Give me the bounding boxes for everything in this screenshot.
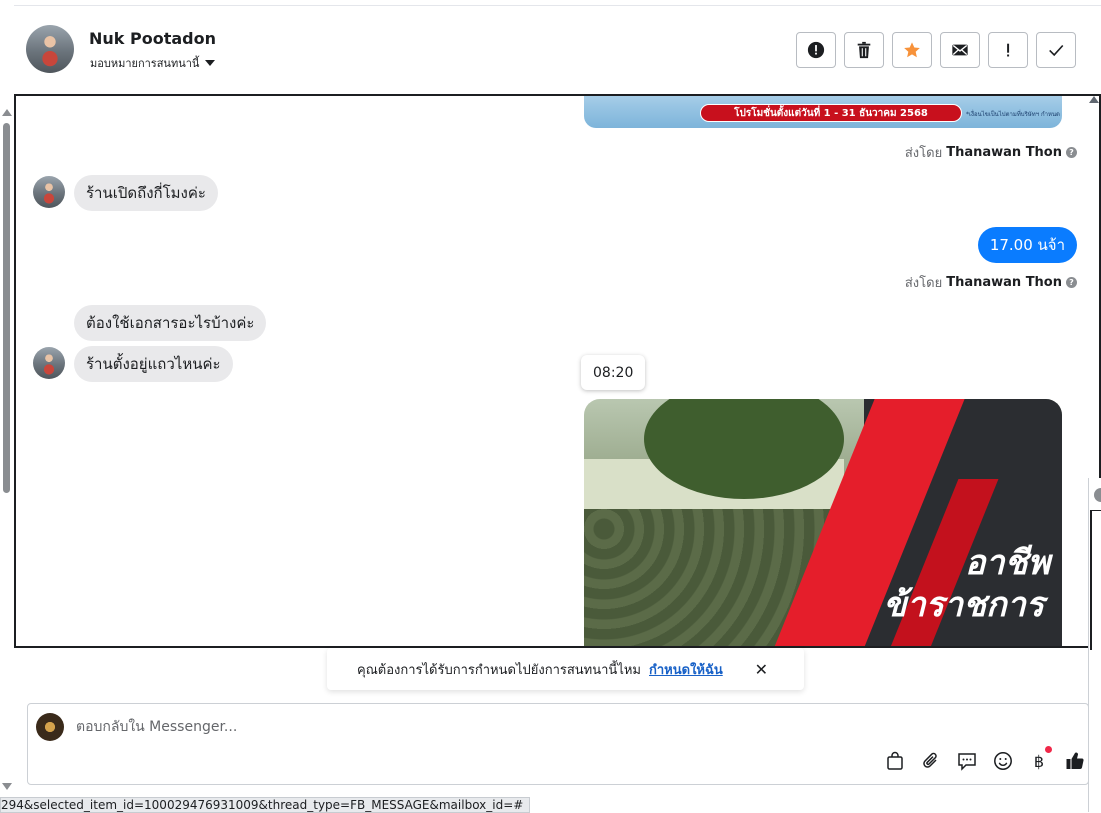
assign-label: มอบหมายการสนทนานี้ bbox=[90, 57, 200, 70]
thumbs-up-icon bbox=[1066, 752, 1084, 770]
sender-name: Thanawan Thon bbox=[946, 145, 1062, 160]
alert-circle-icon bbox=[807, 41, 825, 59]
like-button[interactable] bbox=[1064, 750, 1086, 772]
mark-unread-button[interactable] bbox=[940, 32, 980, 68]
timestamp-tooltip: 08:20 bbox=[581, 355, 646, 390]
exclamation-icon bbox=[1007, 43, 1010, 57]
message-incoming[interactable]: ร้านตั้งอยู่แถวไหนค่ะ bbox=[74, 346, 233, 382]
sent-by-prefix: ส่งโดย bbox=[904, 276, 943, 291]
saved-replies-icon bbox=[958, 753, 976, 771]
page-avatar bbox=[36, 713, 64, 741]
envelope-icon bbox=[952, 44, 968, 56]
contact-avatar[interactable] bbox=[26, 25, 74, 73]
payment-button[interactable]: ฿ bbox=[1028, 746, 1052, 772]
scrollbar-thumb[interactable] bbox=[3, 123, 10, 493]
scroll-down-icon[interactable] bbox=[2, 783, 12, 790]
promo-image[interactable]: โปรโมชั่นตั้งแต่วันที่ 1 - 31 ธันวาคม 25… bbox=[584, 96, 1062, 128]
contact-avatar-small[interactable] bbox=[33, 176, 65, 208]
emoji-icon bbox=[994, 752, 1012, 770]
saved-replies-button[interactable] bbox=[956, 750, 978, 772]
message-incoming[interactable]: ต้องใช้เอกสารอะไรบ้างค่ะ bbox=[74, 305, 267, 341]
mark-done-button[interactable] bbox=[1036, 32, 1076, 68]
sent-by-label: ส่งโดย Thanawan Thon ? bbox=[905, 142, 1077, 163]
thread-scroll-up-icon[interactable] bbox=[1089, 96, 1099, 103]
action-toolbar bbox=[796, 32, 1076, 68]
shop-button[interactable] bbox=[884, 750, 906, 772]
emoji-button[interactable] bbox=[992, 750, 1014, 772]
check-icon bbox=[1049, 44, 1064, 57]
baht-icon: ฿ bbox=[1034, 752, 1044, 771]
paperclip-icon bbox=[923, 752, 937, 768]
scroll-up-icon[interactable] bbox=[2, 109, 12, 116]
spam-button[interactable] bbox=[796, 32, 836, 68]
message-outgoing[interactable]: 17.00 นจ้า bbox=[977, 227, 1077, 263]
side-panel-frame bbox=[1090, 510, 1101, 650]
promo-banner-text: โปรโมชั่นตั้งแต่วันที่ 1 - 31 ธันวาคม 25… bbox=[700, 104, 962, 122]
assign-prompt-text: คุณต้องการได้รับการกำหนดไปยังการสนทนานี้… bbox=[357, 662, 641, 678]
assign-prompt: คุณต้องการได้รับการกำหนดไปยังการสนทนานี้… bbox=[327, 648, 804, 690]
shopping-bag-icon bbox=[887, 751, 903, 770]
side-panel-edge bbox=[1088, 478, 1101, 812]
sent-by-prefix: ส่งโดย bbox=[904, 146, 943, 161]
assign-conversation-dropdown[interactable]: มอบหมายการสนทนานี้ bbox=[90, 54, 216, 72]
svg-text:฿: ฿ bbox=[1034, 752, 1044, 771]
composer-tools: ฿ bbox=[884, 746, 1086, 772]
message-thread[interactable]: โปรโมชั่นตั้งแต่วันที่ 1 - 31 ธันวาคม 25… bbox=[14, 94, 1101, 648]
sender-name: Thanawan Thon bbox=[946, 275, 1062, 290]
caret-down-icon bbox=[205, 60, 216, 66]
message-incoming[interactable]: ร้านเปิดถึงกี่โมงค่ะ bbox=[74, 175, 218, 211]
promo-banner-note: *เงื่อนไขเป็นไปตามที่บริษัทฯ กำหนด bbox=[966, 111, 1060, 118]
help-icon[interactable]: ? bbox=[1066, 147, 1077, 158]
notification-dot bbox=[1045, 746, 1052, 753]
reply-input[interactable] bbox=[76, 716, 976, 738]
help-icon[interactable]: ? bbox=[1066, 277, 1077, 288]
conversation-header: Nuk Pootadon มอบหมายการสนทนานี้ bbox=[14, 6, 1101, 94]
delete-button[interactable] bbox=[844, 32, 884, 68]
assign-to-me-link[interactable]: กำหนดให้ฉัน bbox=[649, 659, 723, 680]
trash-icon bbox=[857, 41, 871, 59]
close-icon[interactable]: ✕ bbox=[755, 660, 768, 679]
contact-avatar-small[interactable] bbox=[33, 347, 65, 379]
shared-image[interactable]: อาชีพ ข้าราชการ bbox=[584, 399, 1062, 646]
inbox-view: Nuk Pootadon มอบหมายการสนทนานี้ โปรโมชั่… bbox=[0, 0, 1101, 813]
star-button[interactable] bbox=[892, 32, 932, 68]
attach-button[interactable] bbox=[920, 750, 942, 772]
star-icon bbox=[904, 42, 920, 58]
image-caption-line2: ข้าราชการ bbox=[883, 585, 1044, 625]
side-panel-avatar bbox=[1094, 488, 1101, 502]
status-bar-url: 294&selected_item_id=100029476931009&thr… bbox=[0, 797, 531, 813]
contact-name[interactable]: Nuk Pootadon bbox=[89, 29, 216, 48]
reply-composer: ฿ bbox=[27, 703, 1089, 785]
follow-up-button[interactable] bbox=[988, 32, 1028, 68]
page-scrollbar[interactable] bbox=[0, 95, 14, 795]
sent-by-label: ส่งโดย Thanawan Thon ? bbox=[905, 272, 1077, 293]
